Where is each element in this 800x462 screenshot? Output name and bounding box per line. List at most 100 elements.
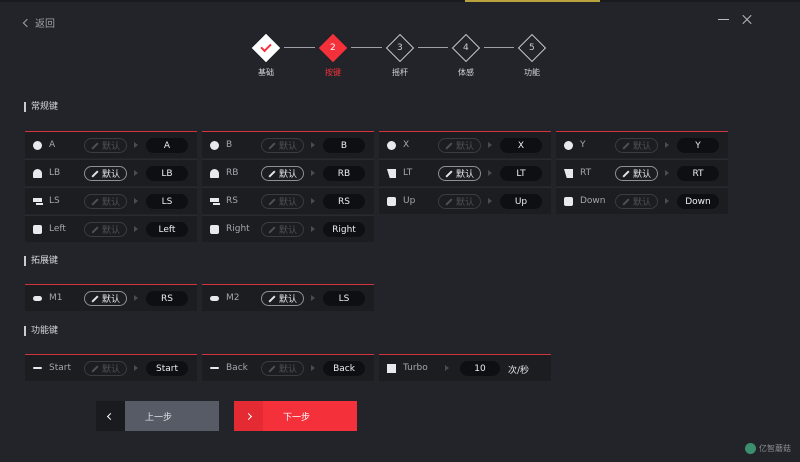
mapped-key-select[interactable]: Back bbox=[323, 361, 365, 376]
key-name: Start bbox=[49, 363, 71, 373]
key-name: M1 bbox=[49, 293, 63, 303]
default-toggle[interactable]: 默认 bbox=[84, 138, 127, 153]
default-toggle[interactable]: 默认 bbox=[615, 194, 658, 209]
mapped-key-select[interactable]: X bbox=[500, 138, 542, 153]
arrow-right-icon bbox=[311, 226, 315, 232]
step-diamond bbox=[251, 33, 281, 63]
default-label: 默认 bbox=[278, 295, 297, 305]
back-label: 返回 bbox=[35, 19, 55, 30]
key-row-b: B 默认 B bbox=[202, 131, 374, 158]
default-toggle[interactable]: 默认 bbox=[261, 138, 304, 153]
default-label: 默认 bbox=[632, 142, 651, 152]
arrow-right-icon bbox=[311, 198, 315, 204]
arrow-right-icon bbox=[488, 142, 492, 148]
bump-button-icon bbox=[210, 169, 219, 178]
default-label: 默认 bbox=[278, 365, 297, 375]
pill-button-icon bbox=[210, 296, 219, 301]
key-row-lt: LT 默认 LT bbox=[379, 159, 551, 186]
key-name: Turbo bbox=[403, 363, 428, 373]
step-indicator: 基础 2 按键 3 摇杆 4 体感 5 功能 bbox=[0, 33, 800, 84]
arrow-right-icon bbox=[134, 198, 138, 204]
default-toggle[interactable]: 默认 bbox=[261, 166, 304, 181]
default-label: 默认 bbox=[278, 226, 297, 236]
pencil-icon bbox=[91, 197, 99, 206]
default-label: 默认 bbox=[632, 198, 651, 208]
step-4[interactable]: 4 体感 bbox=[436, 33, 496, 78]
step-3[interactable]: 3 摇杆 bbox=[370, 33, 430, 78]
trig-button-icon bbox=[387, 169, 396, 178]
pencil-icon bbox=[268, 294, 276, 303]
default-toggle[interactable]: 默认 bbox=[615, 166, 658, 181]
mapped-key-select[interactable]: LS bbox=[146, 194, 188, 209]
default-label: 默认 bbox=[101, 226, 120, 236]
mapped-key-select[interactable]: Up bbox=[500, 194, 542, 209]
arrow-right-icon bbox=[134, 170, 138, 176]
default-toggle[interactable]: 默认 bbox=[84, 222, 127, 237]
mapped-key-select[interactable]: RS bbox=[323, 194, 365, 209]
mapped-key-select[interactable]: Y bbox=[677, 138, 719, 153]
trig-button-icon bbox=[564, 169, 573, 178]
tee-button-icon bbox=[210, 198, 219, 202]
default-toggle[interactable]: 默认 bbox=[261, 222, 304, 237]
mapped-key-select[interactable]: A bbox=[146, 138, 188, 153]
key-row-back: Back 默认 Back bbox=[202, 354, 374, 381]
top-strip bbox=[0, 0, 800, 2]
back-button[interactable]: 返回 bbox=[22, 15, 55, 30]
step-label: 功能 bbox=[524, 68, 540, 77]
pencil-icon bbox=[268, 141, 276, 150]
mapped-key-select[interactable]: RB bbox=[323, 166, 365, 181]
default-toggle[interactable]: 默认 bbox=[261, 194, 304, 209]
key-row-ls: LS 默认 LS bbox=[25, 187, 197, 214]
watermark-text: 亿智蘑菇 bbox=[759, 444, 791, 453]
arrow-right-icon bbox=[311, 170, 315, 176]
mapped-key-select[interactable]: LS bbox=[323, 291, 365, 306]
turbo-rate-input[interactable]: 10 bbox=[460, 361, 500, 376]
circle-button-icon bbox=[210, 141, 219, 150]
default-toggle[interactable]: 默认 bbox=[261, 361, 304, 376]
prev-step-button[interactable]: 上一步 bbox=[96, 401, 219, 431]
step-5[interactable]: 5 功能 bbox=[502, 33, 562, 78]
arrow-right-icon bbox=[665, 142, 669, 148]
mapped-key-select[interactable]: RS bbox=[146, 291, 188, 306]
close-button[interactable] bbox=[740, 12, 754, 26]
default-toggle[interactable]: 默认 bbox=[615, 138, 658, 153]
mapped-key-select[interactable]: LB bbox=[146, 166, 188, 181]
mapped-key-select[interactable]: Left bbox=[146, 222, 188, 237]
default-toggle[interactable]: 默认 bbox=[438, 194, 481, 209]
key-row-down: Down 默认 Down bbox=[556, 187, 728, 214]
minimize-button[interactable] bbox=[717, 12, 731, 26]
check-icon bbox=[260, 40, 272, 53]
mapped-key-select[interactable]: Down bbox=[677, 194, 719, 209]
step-2[interactable]: 2 按键 bbox=[303, 33, 363, 78]
key-row-y: Y 默认 Y bbox=[556, 131, 728, 158]
default-toggle[interactable]: 默认 bbox=[84, 361, 127, 376]
key-row-up: Up 默认 Up bbox=[379, 187, 551, 214]
default-toggle[interactable]: 默认 bbox=[438, 138, 481, 153]
circle-button-icon bbox=[33, 141, 42, 150]
mapped-key-select[interactable]: RT bbox=[677, 166, 719, 181]
mapped-key-select[interactable]: B bbox=[323, 138, 365, 153]
step-diamond: 5 bbox=[517, 33, 547, 63]
default-toggle[interactable]: 默认 bbox=[261, 291, 304, 306]
key-name: LT bbox=[403, 168, 413, 178]
watermark-logo-icon bbox=[745, 443, 756, 454]
pencil-icon bbox=[91, 364, 99, 373]
key-row-m1: M1 默认 RS bbox=[25, 284, 197, 311]
pencil-icon bbox=[268, 169, 276, 178]
default-toggle[interactable]: 默认 bbox=[438, 166, 481, 181]
arrow-right-icon bbox=[488, 170, 492, 176]
mapped-key-select[interactable]: LT bbox=[500, 166, 542, 181]
default-toggle[interactable]: 默认 bbox=[84, 166, 127, 181]
key-name: LB bbox=[49, 168, 61, 178]
dash-button-icon bbox=[210, 367, 219, 369]
section-function-keys: 功能键 bbox=[24, 326, 58, 336]
default-toggle[interactable]: 默认 bbox=[84, 291, 127, 306]
key-name: B bbox=[226, 140, 233, 150]
mapped-key-select[interactable]: Right bbox=[323, 222, 365, 237]
mapped-key-select[interactable]: Start bbox=[146, 361, 188, 376]
key-name: X bbox=[403, 140, 410, 150]
arrow-right-icon bbox=[134, 142, 138, 148]
default-toggle[interactable]: 默认 bbox=[84, 194, 127, 209]
next-step-button[interactable]: 下一步 bbox=[234, 401, 357, 431]
step-1[interactable]: 基础 bbox=[236, 33, 296, 78]
